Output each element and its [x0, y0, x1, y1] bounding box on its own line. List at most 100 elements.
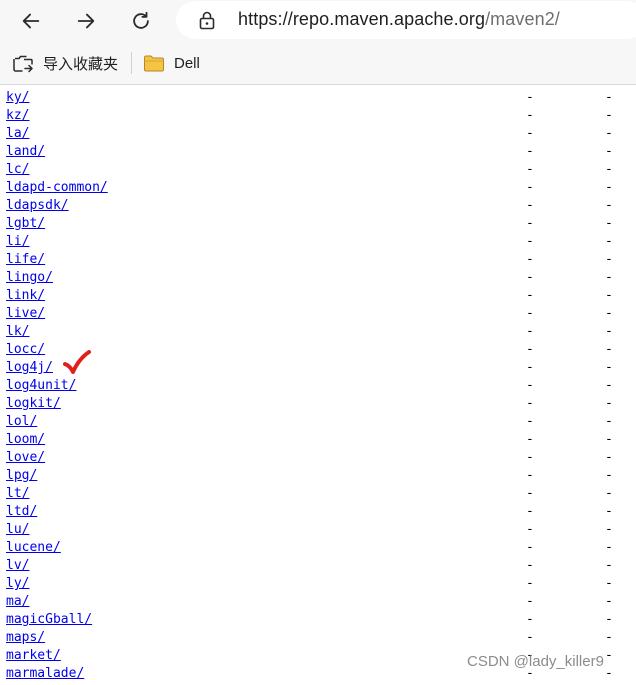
bookmarks-bar: 导入收藏夹 Dell	[0, 42, 636, 85]
size-cell: -	[605, 576, 613, 591]
size-cell: -	[605, 648, 613, 663]
size-cell: -	[605, 612, 613, 627]
lock-icon[interactable]	[198, 10, 216, 30]
directory-link[interactable]: kz/	[6, 107, 29, 125]
size-cell: -	[605, 378, 613, 393]
directory-link[interactable]: life/	[6, 251, 45, 269]
address-bar[interactable]: https://repo.maven.apache.org/maven2/	[176, 1, 636, 39]
last-modified-cell: -	[526, 252, 534, 267]
reload-button[interactable]	[125, 5, 157, 37]
directory-link[interactable]: ma/	[6, 593, 29, 611]
table-row: ma/ - -	[0, 593, 636, 611]
table-row: lucene/ - -	[0, 539, 636, 557]
directory-link[interactable]: ldapsdk/	[6, 197, 69, 215]
directory-link[interactable]: lol/	[6, 413, 37, 431]
last-modified-cell: -	[526, 198, 534, 213]
size-cell: -	[605, 342, 613, 357]
clipped-row-link[interactable]	[6, 85, 61, 87]
size-cell: -	[605, 216, 613, 231]
size-cell: -	[605, 90, 613, 105]
directory-link[interactable]: lt/	[6, 485, 29, 503]
directory-link[interactable]: maps/	[6, 629, 45, 647]
table-row: lv/ - -	[0, 557, 636, 575]
table-row: life/ - -	[0, 251, 636, 269]
directory-link[interactable]: li/	[6, 233, 29, 251]
directory-link[interactable]: lgbt/	[6, 215, 45, 233]
arrow-left-icon	[22, 13, 40, 29]
last-modified-cell: -	[526, 450, 534, 465]
directory-link[interactable]: lu/	[6, 521, 29, 539]
directory-link[interactable]: link/	[6, 287, 45, 305]
size-cell: -	[605, 432, 613, 447]
directory-link[interactable]: love/	[6, 449, 45, 467]
directory-link[interactable]: lingo/	[6, 269, 53, 287]
size-cell: -	[605, 360, 613, 375]
table-row: link/ - -	[0, 287, 636, 305]
size-cell: -	[605, 324, 613, 339]
table-row: logkit/ - -	[0, 395, 636, 413]
directory-link[interactable]: magicGball/	[6, 611, 92, 629]
table-row: love/ - -	[0, 449, 636, 467]
size-cell: -	[605, 288, 613, 303]
last-modified-cell: -	[526, 90, 534, 105]
last-modified-cell: -	[526, 594, 534, 609]
last-modified-cell: -	[526, 180, 534, 195]
last-modified-cell: -	[526, 234, 534, 249]
directory-link[interactable]: lk/	[6, 323, 29, 341]
size-cell: -	[605, 108, 613, 123]
last-modified-cell: -	[526, 108, 534, 123]
last-modified-cell: -	[526, 432, 534, 447]
watermark: CSDN @lady_killer9	[467, 653, 604, 670]
table-row: land/ - -	[0, 143, 636, 161]
directory-link[interactable]: marmalade/	[6, 665, 84, 683]
last-modified-cell: -	[526, 630, 534, 645]
directory-link[interactable]: ltd/	[6, 503, 37, 521]
url-path: /maven2/	[485, 9, 560, 29]
last-modified-cell: -	[526, 522, 534, 537]
directory-link[interactable]: live/	[6, 305, 45, 323]
directory-link[interactable]: lc/	[6, 161, 29, 179]
size-cell: -	[605, 396, 613, 411]
size-cell: -	[605, 198, 613, 213]
last-modified-cell: -	[526, 360, 534, 375]
back-button[interactable]	[15, 5, 47, 37]
table-row: lk/ - -	[0, 323, 636, 341]
table-row: log4j/ - -	[0, 359, 636, 377]
directory-listing-page: ky/- - kz/- - la/- - land/- - lc/- - ldapd-common/…	[0, 85, 636, 685]
last-modified-cell: -	[526, 126, 534, 141]
directory-link[interactable]: lpg/	[6, 467, 37, 485]
size-cell: -	[605, 306, 613, 321]
directory-link[interactable]: ky/	[6, 89, 29, 107]
browser-toolbar: https://repo.maven.apache.org/maven2/	[0, 0, 636, 42]
table-row: ltd/ - -	[0, 503, 636, 521]
directory-link[interactable]: land/	[6, 143, 45, 161]
bookmark-import-favorites[interactable]: 导入收藏夹	[12, 51, 118, 75]
directory-link[interactable]: logkit/	[6, 395, 61, 413]
table-row: lol/ - -	[0, 413, 636, 431]
bookmark-folder-dell[interactable]: Dell	[143, 51, 200, 75]
last-modified-cell: -	[526, 414, 534, 429]
directory-link[interactable]: lv/	[6, 557, 29, 575]
size-cell: -	[605, 558, 613, 573]
folder-icon	[144, 55, 164, 72]
directory-link[interactable]: loom/	[6, 431, 45, 449]
last-modified-cell: -	[526, 270, 534, 285]
directory-link[interactable]: la/	[6, 125, 29, 143]
url-host: https://repo.maven.apache.org	[238, 9, 486, 29]
directory-link[interactable]: market/	[6, 647, 61, 665]
directory-link[interactable]: log4j/	[6, 359, 53, 377]
last-modified-cell: -	[526, 468, 534, 483]
last-modified-cell: -	[526, 306, 534, 321]
directory-link[interactable]: locc/	[6, 341, 45, 359]
last-modified-cell: -	[526, 612, 534, 627]
directory-link[interactable]: lucene/	[6, 539, 61, 557]
url-text[interactable]: https://repo.maven.apache.org/maven2/	[238, 9, 560, 30]
size-cell: -	[605, 270, 613, 285]
directory-link[interactable]: log4unit/	[6, 377, 76, 395]
size-cell: -	[605, 414, 613, 429]
directory-link[interactable]: ldapd-common/	[6, 179, 108, 197]
size-cell: -	[605, 450, 613, 465]
directory-link[interactable]: ly/	[6, 575, 29, 593]
forward-button[interactable]	[70, 5, 102, 37]
red-checkmark-icon	[63, 350, 91, 374]
